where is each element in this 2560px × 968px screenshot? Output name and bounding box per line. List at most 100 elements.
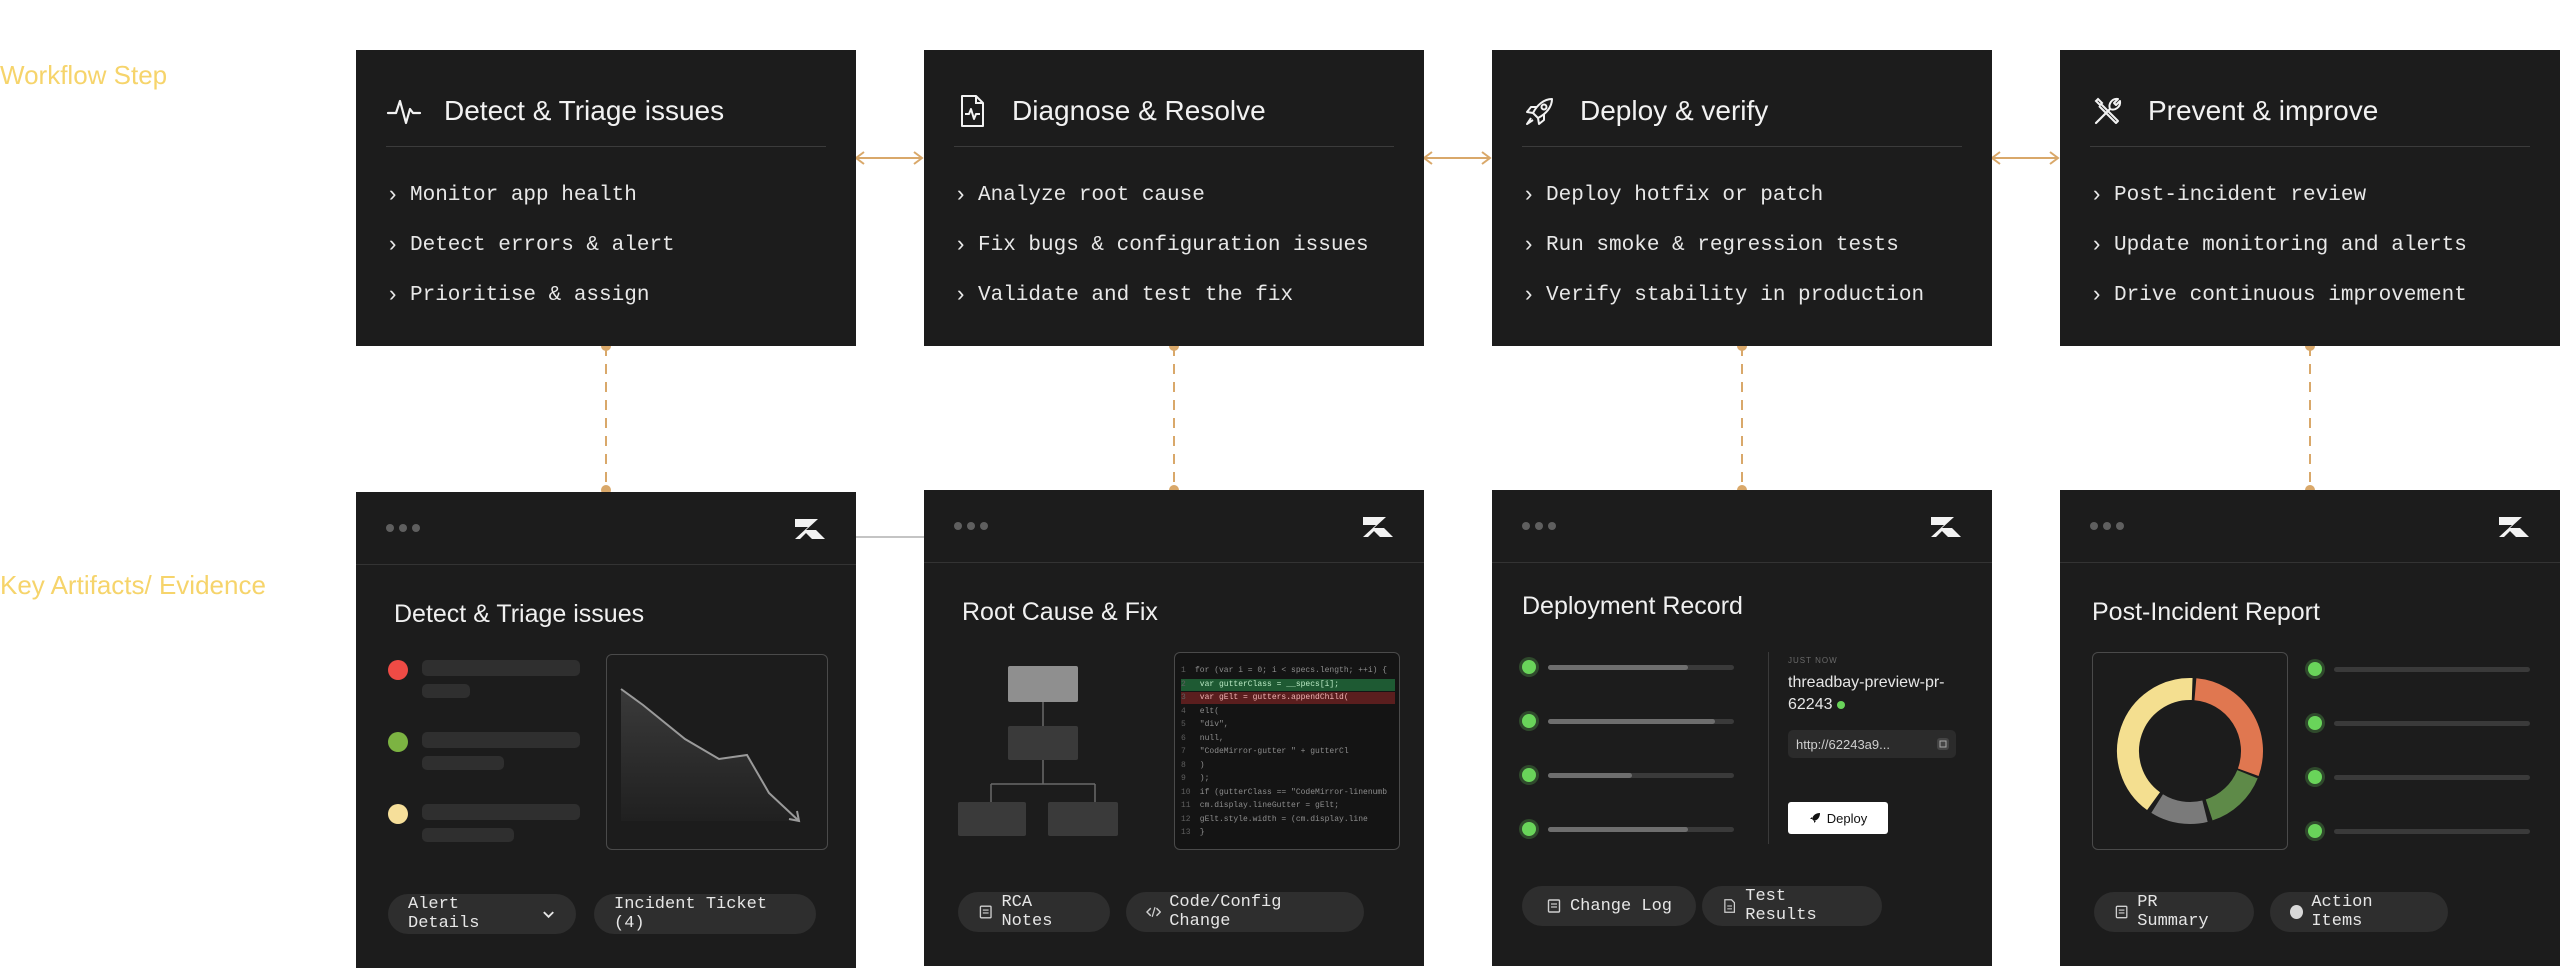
status-dot-green (388, 732, 408, 752)
heartbeat-icon (386, 99, 422, 125)
step-title: Diagnose & Resolve (1012, 95, 1266, 126)
progress-track (1548, 719, 1734, 724)
step-item: › Post-incident review (2090, 182, 2367, 208)
skeleton-line (422, 756, 504, 770)
code-line: 1 for (var i = 0; i < specs.length; ++i) … (1181, 666, 1388, 675)
artifact-card-detect: Detect & Triage issues Alert Details Inc… (356, 492, 856, 968)
artifact-title: Deployment Record (1522, 592, 1743, 620)
test-results-button[interactable]: Test Results (1702, 886, 1882, 926)
artifact-title: Post-Incident Report (2092, 598, 2320, 626)
window-dots-icon (2090, 522, 2124, 530)
document-pulse-icon (961, 95, 984, 127)
live-status-icon (1836, 701, 1845, 709)
change-log-button[interactable]: Change Log (1522, 886, 1696, 926)
step-item: › Monitor app health (386, 182, 637, 208)
progress-track (1548, 665, 1734, 670)
alert-details-button[interactable]: Alert Details (388, 894, 576, 934)
donut-chart-panel (2092, 652, 2288, 850)
step-items: › Monitor app health › Detect errors & ale… (386, 170, 675, 320)
chevron-right-icon: › (386, 182, 400, 208)
progress-track (1548, 773, 1734, 778)
code-line: 2 var gutterClass = __specs[i]; (1181, 678, 1395, 691)
artifact-title: Detect & Triage issues (394, 600, 645, 628)
brand-logo-icon (795, 519, 825, 539)
pr-summary-button[interactable]: PR Summary (2094, 892, 2254, 932)
just-now-label: JUST NOW (1788, 656, 1838, 665)
rocket-icon (1526, 98, 1553, 125)
window-bar (2060, 490, 2560, 563)
code-line: 12 gElt.style.width = (cm.display.line (1181, 814, 1368, 824)
progress-track (1548, 827, 1734, 832)
code-line: 7 "CodeMirror-gutter " + gutterCl (1181, 747, 1349, 756)
code-config-change-button[interactable]: Code/Config Change (1126, 892, 1364, 932)
progress-fill (1548, 773, 1632, 778)
status-dot-red (388, 660, 408, 680)
skeleton-line (2334, 829, 2530, 834)
step-items: › Analyze root cause › Fix bugs & configur… (954, 170, 1369, 320)
progress-fill (1548, 827, 1688, 832)
copy-icon[interactable] (1936, 737, 1950, 751)
metric-dot-icon (2308, 770, 2322, 784)
code-line: 3 var gElt = gutters.appendChild( (1181, 692, 1395, 704)
step-items: › Post-incident review › Update monitoring… (2090, 170, 2467, 320)
chevron-right-icon: › (954, 282, 968, 308)
chevron-right-icon: › (954, 182, 968, 208)
skeleton-line (422, 684, 470, 698)
deploy-button[interactable]: Deploy (1788, 802, 1888, 834)
skeleton-line (422, 828, 514, 842)
rca-notes-button[interactable]: RCA Notes (958, 892, 1110, 932)
skeleton-line (422, 732, 580, 748)
skeleton-line (422, 660, 580, 676)
preview-url-field[interactable]: http://62243a9... (1788, 730, 1956, 758)
donut-segment (2151, 793, 2208, 824)
metric-dot-icon (2308, 662, 2322, 676)
step-item: › Detect errors & alert (386, 232, 675, 258)
step-card-deploy: Deploy & verify › Deploy hotfix or patch … (1492, 50, 1992, 346)
action-items-button[interactable]: Action Items (2270, 892, 2448, 932)
artifact-card-prevent: Post-Incident Report PR Summary Action I… (2060, 490, 2560, 966)
metric-dot-icon (2308, 824, 2322, 838)
chevron-right-icon: › (386, 282, 400, 308)
skeleton-line (422, 804, 580, 820)
code-diff-panel: 1 for (var i = 0; i < specs.length; ++i) … (1174, 652, 1400, 850)
donut-chart (2117, 678, 2263, 824)
donut-segment (2205, 769, 2258, 821)
step-card-prevent: Prevent & improve › Post-incident review … (2060, 50, 2560, 346)
brand-logo-icon (1363, 517, 1393, 537)
code-line: 13 } (1181, 828, 1205, 837)
step-title: Prevent & improve (2148, 95, 2379, 126)
step-item: › Analyze root cause (954, 182, 1205, 208)
step-header: Deploy & verify (1522, 76, 1962, 147)
skeleton-line (2334, 775, 2530, 780)
code-line: 10 if (gutterClass == "CodeMirror-linenu… (1181, 787, 1388, 797)
code-line: 5 "div", (1181, 720, 1229, 729)
step-item: › Run smoke & regression tests (1522, 232, 1899, 258)
donut-segment (2117, 678, 2193, 811)
vertical-dashed-links (605, 346, 2311, 490)
brand-logo-icon (1931, 517, 1961, 537)
rocket-small-icon (1809, 813, 1820, 823)
check-dot-icon (1522, 768, 1536, 782)
window-bar (924, 490, 1424, 563)
chevron-right-icon: › (2090, 182, 2104, 208)
step-items: › Deploy hotfix or patch › Run smoke & reg… (1522, 170, 1924, 320)
chevron-right-icon: › (386, 232, 400, 258)
skeleton-line (2334, 721, 2530, 726)
status-dot-yellow (388, 804, 408, 824)
notes-icon (979, 905, 992, 919)
chevron-right-icon: › (1522, 282, 1536, 308)
code-line: 9 ); (1181, 774, 1210, 783)
window-dots-icon (386, 524, 420, 532)
progress-fill (1548, 665, 1688, 670)
step-item: › Prioritise & assign (386, 282, 650, 308)
code-line: 11 cm.display.lineGutter = gElt; (1181, 801, 1340, 810)
artifact-card-diagnose: Root Cause & Fix 1 for (var i = 0; i < sp… (924, 490, 1424, 966)
divider (1768, 652, 1769, 844)
step-header: Diagnose & Resolve (954, 76, 1394, 147)
chevron-right-icon: › (954, 232, 968, 258)
hierarchy-diagram-icon (958, 666, 1118, 836)
incident-ticket-button[interactable]: Incident Ticket (4) (594, 894, 816, 934)
brand-logo-icon (2499, 517, 2529, 537)
step-item: › Deploy hotfix or patch (1522, 182, 1824, 208)
step-header: Detect & Triage issues (386, 76, 826, 147)
